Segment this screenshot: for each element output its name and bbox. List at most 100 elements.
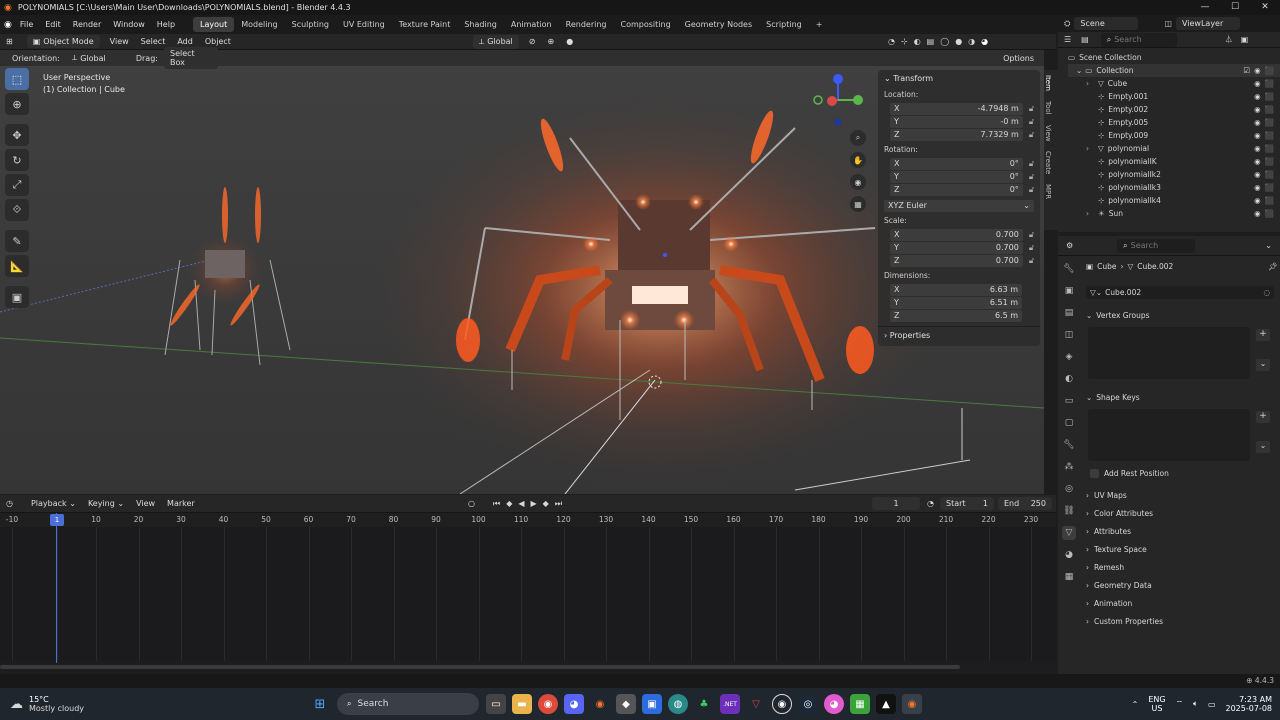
- task-view-icon[interactable]: ▭: [486, 694, 506, 714]
- camera-icon[interactable]: ⬛: [1265, 183, 1274, 192]
- properties-editor-icon[interactable]: ⚙: [1066, 241, 1073, 250]
- camera-icon[interactable]: ⬛: [1265, 170, 1274, 179]
- camera-icon[interactable]: ⬛: [1265, 157, 1274, 166]
- overlay-icon[interactable]: ◐: [914, 37, 921, 46]
- tool-tab-icon[interactable]: 🔧︎: [1062, 262, 1076, 276]
- checkbox-icon[interactable]: ☑: [1243, 66, 1250, 75]
- rotation-z-field[interactable]: Z 0°: [890, 183, 1023, 196]
- scene-collection-row[interactable]: ▭ Scene Collection: [1068, 51, 1280, 64]
- gizmo-icon[interactable]: ⊹: [901, 37, 908, 46]
- rendered-shading-icon[interactable]: ◕: [981, 37, 988, 46]
- jump-end-icon[interactable]: ⏭: [555, 499, 562, 509]
- scene-selector[interactable]: Scene: [1074, 17, 1139, 30]
- transform-panel-header[interactable]: ⌄ Transform: [878, 70, 1040, 87]
- collection-row[interactable]: ⌄ ▭ Collection ☑ ◉ ⬛: [1068, 64, 1280, 77]
- lock-icon[interactable]: 🔓︎: [1029, 104, 1034, 114]
- properties-section-header[interactable]: › Color Attributes: [1058, 504, 1280, 522]
- vertex-groups-list[interactable]: [1088, 327, 1250, 379]
- menu-file[interactable]: File: [14, 20, 39, 29]
- properties-search-input[interactable]: ⌕ Search: [1117, 238, 1196, 253]
- drag-dropdown[interactable]: Select Box: [163, 47, 218, 69]
- world-tab-icon[interactable]: ◐: [1062, 372, 1076, 386]
- eye-icon[interactable]: ◉: [1254, 196, 1261, 205]
- mesh-name-field[interactable]: ▽⌄ Cube.002 ◌: [1086, 286, 1274, 299]
- maximize-icon[interactable]: ☐: [1220, 0, 1250, 15]
- tab-layout[interactable]: Layout: [193, 17, 235, 32]
- gizmo-z-icon[interactable]: [833, 74, 843, 84]
- taskbar-search[interactable]: ⌕ Search: [337, 693, 479, 715]
- vertex-group-menu-button[interactable]: ⌄: [1256, 359, 1270, 371]
- orientation-dropdown[interactable]: ⟂ Global: [65, 51, 126, 65]
- zoom-icon[interactable]: ⌕: [850, 130, 866, 146]
- menu-window[interactable]: Window: [107, 20, 151, 29]
- move-icon[interactable]: ✥: [5, 124, 29, 146]
- camera-icon[interactable]: ⬛: [1265, 118, 1274, 127]
- lock-icon[interactable]: 🔓︎: [1029, 243, 1034, 253]
- add-rest-position-row[interactable]: Add Rest Position: [1058, 464, 1280, 482]
- eye-icon[interactable]: ◉: [1254, 105, 1261, 114]
- scale-icon[interactable]: ⤢: [5, 174, 29, 196]
- properties-section-header[interactable]: › UV Maps: [1058, 486, 1280, 504]
- select-box-icon[interactable]: ⬚: [5, 68, 29, 90]
- discord-icon[interactable]: ◕: [564, 694, 584, 714]
- lock-icon[interactable]: 🔓︎: [1029, 172, 1034, 182]
- new-collection-icon[interactable]: ▣: [1241, 35, 1249, 44]
- camera-icon[interactable]: ⬛: [1265, 144, 1274, 153]
- start-frame-field[interactable]: Start 1: [940, 497, 994, 510]
- eye-icon[interactable]: ◉: [1254, 183, 1261, 192]
- grid-view-icon[interactable]: ▦: [850, 196, 866, 212]
- close-icon[interactable]: ✕: [1250, 0, 1280, 15]
- tab-mpr[interactable]: MPR: [1044, 179, 1052, 204]
- chrome-icon[interactable]: ◉: [538, 694, 558, 714]
- render-tab-icon[interactable]: ▣: [1062, 284, 1076, 298]
- camera-icon[interactable]: ⬛: [1265, 105, 1274, 114]
- camera-icon[interactable]: ⬛: [1265, 196, 1274, 205]
- transform-icon[interactable]: ⟐: [5, 199, 29, 221]
- gizmo-y-icon[interactable]: [853, 95, 863, 105]
- scale-x-field[interactable]: X 0.700: [890, 228, 1023, 241]
- roblox-icon[interactable]: ◆: [616, 694, 636, 714]
- outliner-item[interactable]: ⊹ Empty.009 ◉ ⬛: [1068, 129, 1280, 142]
- wireframe-shading-icon[interactable]: ◯: [940, 37, 949, 46]
- vertex-groups-header[interactable]: ⌄ Vertex Groups: [1058, 306, 1280, 324]
- dotnet-icon[interactable]: .NET: [720, 694, 740, 714]
- gizmo-x-icon[interactable]: [827, 96, 837, 106]
- shape-keys-list[interactable]: [1088, 409, 1250, 461]
- eye-icon[interactable]: ◉: [1254, 131, 1261, 140]
- tab-shading[interactable]: Shading: [457, 17, 504, 32]
- camera-icon[interactable]: ⬛: [1265, 79, 1274, 88]
- editor-type-icon[interactable]: ⊞: [6, 37, 13, 46]
- scale-z-field[interactable]: Z 0.700: [890, 254, 1023, 267]
- clock[interactable]: 7:23 AM 2025-07-08: [1226, 695, 1273, 713]
- chevron-right-icon[interactable]: ›: [1086, 209, 1094, 218]
- pin-icon[interactable]: 📌︎: [1268, 262, 1278, 271]
- location-z-field[interactable]: Z 7.7329 m: [890, 128, 1023, 141]
- add-cube-icon[interactable]: ▣: [5, 286, 29, 308]
- rotation-y-field[interactable]: Y 0°: [890, 170, 1023, 183]
- tab-animation[interactable]: Animation: [504, 17, 559, 32]
- outliner-item[interactable]: ⊹ Empty.001 ◉ ⬛: [1068, 90, 1280, 103]
- location-x-field[interactable]: X -4.7948 m: [890, 102, 1023, 115]
- shape-key-menu-button[interactable]: ⌄: [1256, 441, 1270, 453]
- eye-icon[interactable]: ◉: [1254, 118, 1261, 127]
- tab-geometry-nodes[interactable]: Geometry Nodes: [678, 17, 759, 32]
- tab-compositing[interactable]: Compositing: [614, 17, 678, 32]
- tab-create[interactable]: Create: [1044, 146, 1052, 179]
- lock-icon[interactable]: 🔓︎: [1029, 117, 1034, 127]
- properties-section-header[interactable]: › Geometry Data: [1058, 576, 1280, 594]
- annotate-icon[interactable]: ✎: [5, 230, 29, 252]
- weather-widget[interactable]: ☁ 15°C Mostly cloudy: [10, 695, 130, 713]
- display-mode-icon[interactable]: ▤: [1081, 35, 1089, 44]
- location-y-field[interactable]: Y -0 m: [890, 115, 1023, 128]
- properties-section-header[interactable]: › Animation: [1058, 594, 1280, 612]
- outliner-item[interactable]: › ▽ polynomial ◉ ⬛: [1068, 142, 1280, 155]
- lock-icon[interactable]: 🔓︎: [1029, 130, 1034, 140]
- file-explorer-icon[interactable]: ▬: [512, 694, 532, 714]
- properties-section-header[interactable]: › Remesh: [1058, 558, 1280, 576]
- outliner-item[interactable]: ⊹ Empty.002 ◉ ⬛: [1068, 103, 1280, 116]
- jump-start-icon[interactable]: ⏮: [493, 499, 500, 509]
- dimensions-z-field[interactable]: Z 6.5 m: [890, 309, 1022, 322]
- blender-active-icon[interactable]: ◉: [902, 694, 922, 714]
- eye-icon[interactable]: ◉: [1254, 66, 1261, 75]
- object-tab-icon[interactable]: ▢: [1062, 416, 1076, 430]
